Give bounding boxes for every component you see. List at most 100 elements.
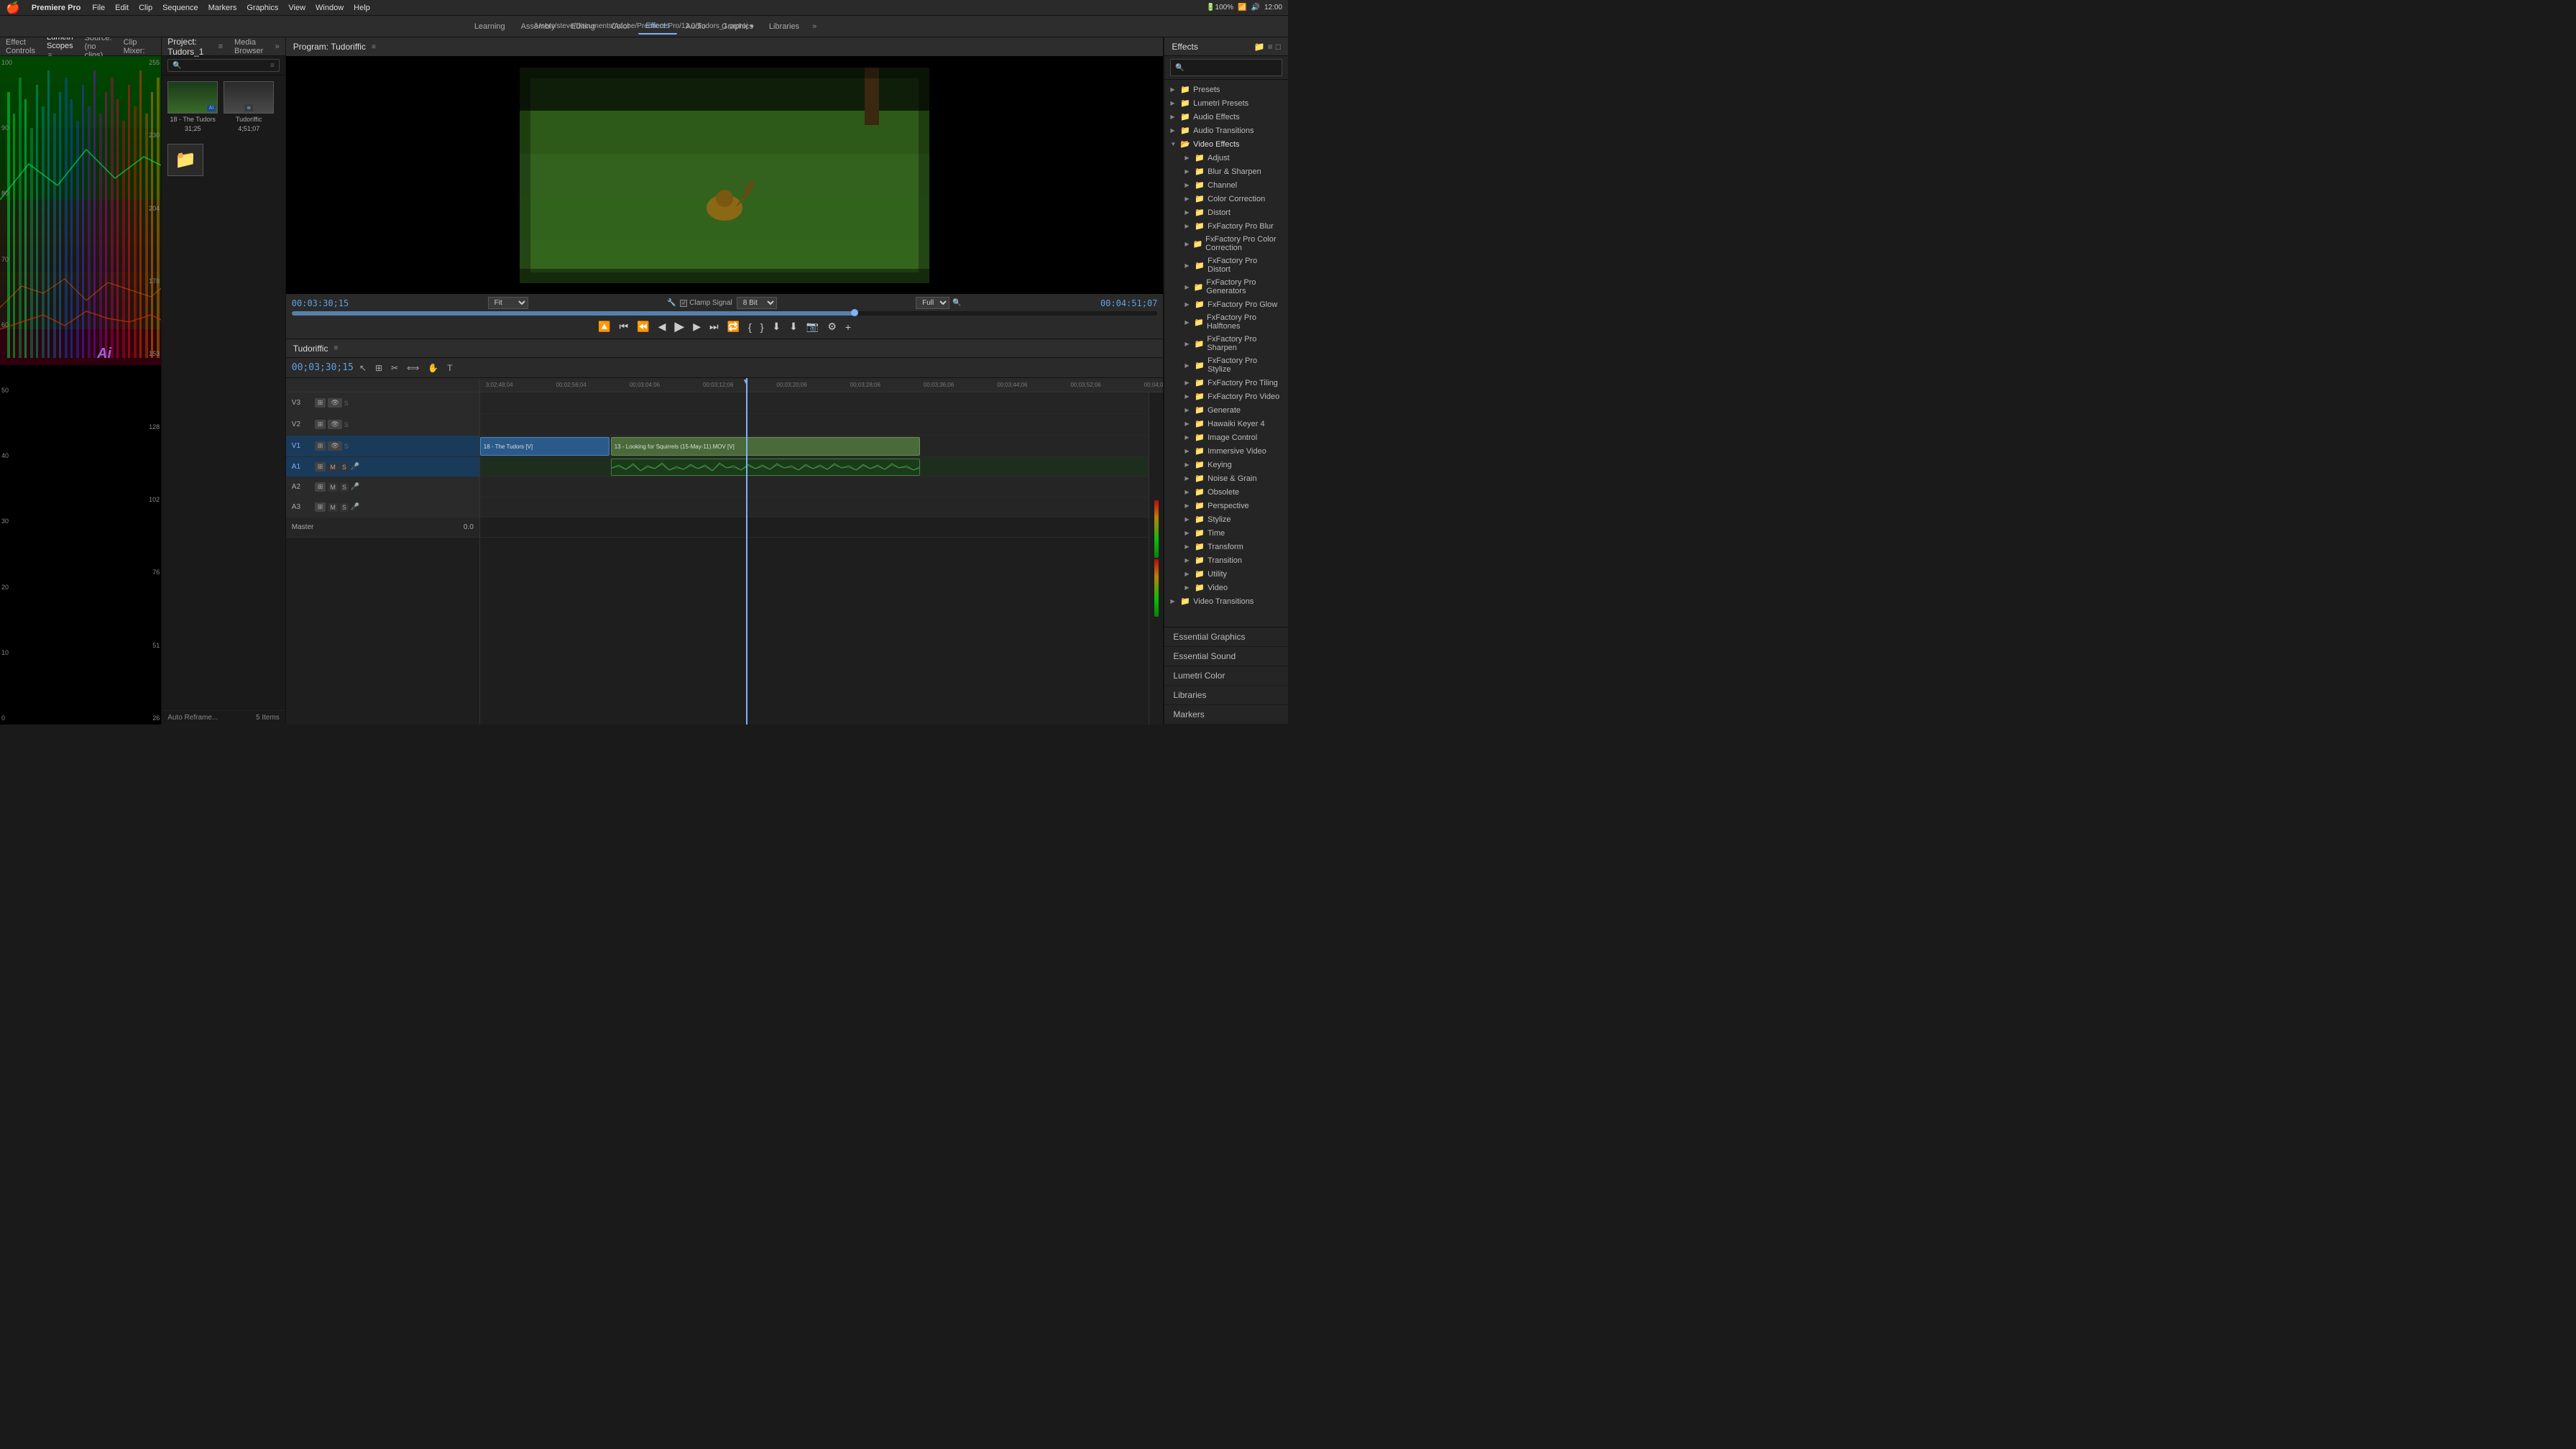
a1-s[interactable]: S: [340, 463, 349, 472]
child-fxfactory-sharpen[interactable]: ▶ 📁 FxFactory Pro Sharpen: [1182, 333, 1288, 354]
razor-tool-btn[interactable]: ✂: [388, 362, 401, 374]
child-fxfactory-blur[interactable]: ▶ 📁 FxFactory Pro Blur: [1182, 219, 1288, 233]
effects-audio-effects[interactable]: ▶ 📁 Audio Effects: [1164, 110, 1288, 124]
child-fxfactory-color[interactable]: ▶ 📁 FxFactory Pro Color Correction: [1182, 233, 1288, 254]
a3-m[interactable]: M: [328, 503, 338, 512]
child-fxfactory-distort[interactable]: ▶ 📁 FxFactory Pro Distort: [1182, 254, 1288, 276]
child-channel[interactable]: ▶ 📁 Channel: [1182, 178, 1288, 192]
child-hawaiki[interactable]: ▶ 📁 Hawaiki Keyer 4: [1182, 417, 1288, 431]
selection-tool-btn[interactable]: ↖: [356, 362, 369, 374]
list-view-btn[interactable]: ≡: [1268, 42, 1273, 52]
child-image-control[interactable]: ▶ 📁 Image Control: [1182, 431, 1288, 444]
child-generate[interactable]: ▶ 📁 Generate: [1182, 403, 1288, 417]
step-fwd-btn[interactable]: ⏭: [708, 319, 720, 334]
a3-mic-icon[interactable]: 🎤: [351, 503, 359, 511]
mark-out-btn[interactable]: }: [759, 320, 765, 334]
settings-btn[interactable]: ⚙: [826, 319, 838, 334]
child-time[interactable]: ▶ 📁 Time: [1182, 526, 1288, 540]
a1-clip[interactable]: [611, 459, 920, 476]
child-stylize[interactable]: ▶ 📁 Stylize: [1182, 512, 1288, 526]
v1-track-btn[interactable]: ⊞: [315, 441, 326, 451]
project-search-input[interactable]: [185, 61, 267, 70]
playback-scrubber[interactable]: [292, 311, 1158, 316]
child-fxfactory-tiling[interactable]: ▶ 📁 FxFactory Pro Tiling: [1182, 376, 1288, 390]
child-fxfactory-generators[interactable]: ▶ 📁 FxFactory Pro Generators: [1182, 276, 1288, 298]
fit-dropdown[interactable]: Fit25%50%100%: [488, 297, 528, 309]
tab-effect-controls[interactable]: Effect Controls: [6, 35, 35, 58]
clamp-signal-label[interactable]: ✓ Clamp Signal: [680, 299, 732, 307]
lumetri-color-item[interactable]: Lumetri Color: [1164, 666, 1288, 686]
loop-btn[interactable]: 🔁: [726, 319, 741, 334]
child-video[interactable]: ▶ 📁 Video: [1182, 581, 1288, 594]
child-obsolete[interactable]: ▶ 📁 Obsolete: [1182, 485, 1288, 499]
project-item-1[interactable]: AI 18 - The Tudors 31;25: [167, 81, 218, 132]
child-immersive[interactable]: ▶ 📁 Immersive Video: [1182, 444, 1288, 458]
a2-s[interactable]: S: [340, 483, 349, 492]
panel-expand-icon[interactable]: »: [275, 42, 280, 51]
v3-track-btn[interactable]: ⊞: [315, 398, 326, 408]
menu-help[interactable]: Help: [354, 4, 370, 12]
auto-reframe-label[interactable]: Auto Reframe...: [167, 714, 218, 722]
child-utility[interactable]: ▶ 📁 Utility: [1182, 567, 1288, 581]
child-fxfactory-glow[interactable]: ▶ 📁 FxFactory Pro Glow: [1182, 298, 1288, 311]
camera-btn[interactable]: 📷: [805, 319, 820, 334]
menu-sequence[interactable]: Sequence: [162, 4, 198, 12]
child-transform[interactable]: ▶ 📁 Transform: [1182, 540, 1288, 553]
effects-video-transitions[interactable]: ▶ 📁 Video Transitions: [1164, 594, 1288, 608]
essential-sound-item[interactable]: Essential Sound: [1164, 647, 1288, 666]
play-back-btn[interactable]: ⏪: [635, 319, 650, 334]
menu-edit[interactable]: Edit: [115, 4, 129, 12]
timeline-menu-icon[interactable]: ≡: [334, 344, 338, 352]
menu-view[interactable]: View: [288, 4, 305, 12]
effects-lumetri-presets[interactable]: ▶ 📁 Lumetri Presets: [1164, 96, 1288, 110]
menu-file[interactable]: File: [92, 4, 105, 12]
shuttle-left-btn[interactable]: 🔼: [597, 319, 612, 334]
clamp-signal-checkbox[interactable]: ✓: [680, 300, 687, 307]
child-distort[interactable]: ▶ 📁 Distort: [1182, 206, 1288, 219]
insert-btn[interactable]: ⬇: [770, 319, 782, 334]
project-panel-menu-icon[interactable]: ≡: [218, 42, 223, 51]
tab-learning[interactable]: Learning: [467, 19, 512, 34]
a1-track-btn[interactable]: ⊞: [315, 462, 326, 472]
a1-m[interactable]: M: [328, 463, 338, 472]
a3-track-btn[interactable]: ⊞: [315, 502, 326, 512]
mark-in-btn[interactable]: {: [747, 320, 753, 334]
add-btn[interactable]: +: [844, 320, 852, 334]
menu-markers[interactable]: Markers: [208, 4, 237, 12]
child-perspective[interactable]: ▶ 📁 Perspective: [1182, 499, 1288, 512]
slip-tool-btn[interactable]: ⟺: [404, 362, 422, 374]
bit-depth-dropdown[interactable]: 8 Bit16 Bit: [737, 297, 777, 309]
markers-item[interactable]: Markers: [1164, 705, 1288, 724]
child-blur-sharpen[interactable]: ▶ 📁 Blur & Sharpen: [1182, 165, 1288, 178]
child-keying[interactable]: ▶ 📁 Keying: [1182, 458, 1288, 472]
a2-mic-icon[interactable]: 🎤: [351, 483, 359, 491]
play-btn[interactable]: ▶: [673, 318, 686, 336]
hand-tool-btn[interactable]: ✋: [425, 362, 441, 374]
project-bin[interactable]: 📁: [167, 144, 203, 176]
list-view-icon[interactable]: ≡: [270, 62, 275, 70]
v1-eye-btn[interactable]: 👁: [328, 441, 341, 451]
overwrite-btn[interactable]: ⬇: [788, 319, 799, 334]
new-folder-icon[interactable]: 📁: [1254, 42, 1265, 52]
program-menu-icon[interactable]: ≡: [372, 43, 376, 51]
v3-eye-btn[interactable]: 👁: [328, 398, 341, 408]
child-noise-grain[interactable]: ▶ 📁 Noise & Grain: [1182, 472, 1288, 485]
a2-track-btn[interactable]: ⊞: [315, 482, 326, 492]
quality-dropdown[interactable]: Full1/21/4: [916, 297, 949, 309]
step-frame-fwd-btn[interactable]: ▶: [691, 319, 702, 334]
libraries-item[interactable]: Libraries: [1164, 686, 1288, 705]
a2-m[interactable]: M: [328, 483, 338, 492]
track-select-btn[interactable]: ⊞: [372, 362, 385, 374]
effects-presets[interactable]: ▶ 📁 Presets: [1164, 83, 1288, 96]
text-tool-btn[interactable]: T: [444, 362, 455, 374]
menu-clip[interactable]: Clip: [139, 4, 152, 12]
step-frame-back-btn[interactable]: ◀: [657, 319, 668, 334]
effects-search-input[interactable]: [1187, 61, 1277, 74]
step-back-btn[interactable]: ⏮: [618, 319, 630, 334]
v2-eye-btn[interactable]: 👁: [328, 420, 341, 429]
child-adjust[interactable]: ▶ 📁 Adjust: [1182, 151, 1288, 165]
v1-clip-1[interactable]: 18 - The Tudors [V]: [480, 437, 610, 456]
v2-track-btn[interactable]: ⊞: [315, 420, 326, 429]
a3-s[interactable]: S: [340, 503, 349, 512]
effects-settings-btn[interactable]: □: [1276, 42, 1281, 52]
